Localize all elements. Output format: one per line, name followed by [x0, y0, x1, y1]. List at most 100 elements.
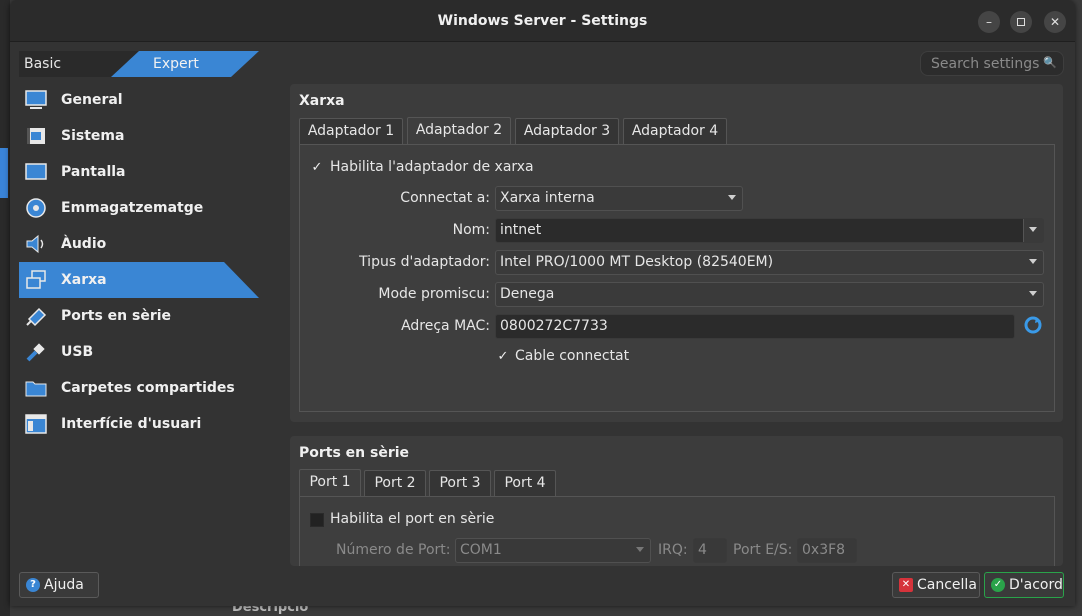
adapter-type-value: Intel PRO/1000 MT Desktop (82540EM) — [500, 254, 774, 270]
minimize-icon: – — [986, 15, 992, 29]
help-button[interactable]: ? Ajuda — [19, 572, 99, 598]
chevron-down-icon — [1029, 227, 1037, 232]
enable-serial-checkbox[interactable] — [310, 513, 324, 527]
name-combo[interactable]: intnet — [495, 218, 1044, 243]
background-strip — [0, 0, 10, 616]
sidebar-item-label: Emmagatzematge — [61, 200, 204, 216]
sidebar-item-usb[interactable]: USB — [19, 334, 259, 370]
mac-label: Adreça MAC: — [401, 318, 490, 334]
irq-input[interactable]: 4 — [693, 538, 727, 563]
disk-icon — [25, 197, 47, 219]
cancel-label: Cancella — [917, 577, 977, 593]
network-group-title: Xarxa — [299, 93, 345, 109]
folder-icon — [25, 377, 47, 399]
tab-port-4[interactable]: Port 4 — [494, 470, 556, 497]
chevron-down-icon — [1029, 259, 1037, 264]
adapter-panel: ✓ Habilita l'adaptador de xarxa Connecta… — [299, 144, 1055, 412]
sidebar-item-pantalla[interactable]: Pantalla — [19, 154, 259, 190]
io-port-value: 0x3F8 — [802, 542, 846, 558]
serial-panel: Habilita el port en sèrie Número de Port… — [299, 496, 1055, 566]
sidebar-item-emmagatzematge[interactable]: Emmagatzematge — [19, 190, 259, 226]
cancel-button[interactable]: ✕ Cancella — [892, 572, 980, 598]
promiscuous-value: Denega — [500, 286, 555, 302]
monitor-icon — [25, 89, 47, 111]
minimize-button[interactable]: – — [978, 11, 1000, 33]
sidebar-item-ports-serie[interactable]: Ports en sèrie — [19, 298, 259, 334]
ok-button[interactable]: ✓ D'acord — [984, 572, 1064, 598]
io-port-label: Port E/S: — [733, 542, 793, 558]
sidebar-item-label: Xarxa — [61, 272, 107, 288]
sidebar-item-label: General — [61, 92, 123, 108]
sidebar-item-audio[interactable]: Àudio — [19, 226, 259, 262]
port-number-label: Número de Port: — [336, 542, 451, 558]
tab-adaptador-2[interactable]: Adaptador 2 — [407, 117, 511, 145]
display-icon — [25, 161, 47, 183]
sidebar-item-label: Sistema — [61, 128, 125, 144]
port-number-value: COM1 — [460, 542, 502, 558]
settings-sidebar: General Sistema Pantalla Emmagatzematge … — [19, 82, 259, 562]
search-icon: 🔍 — [1043, 56, 1057, 69]
sidebar-item-general[interactable]: General — [19, 82, 259, 118]
maximize-icon — [1017, 18, 1025, 26]
maximize-button[interactable] — [1010, 11, 1032, 33]
usb-icon — [25, 341, 47, 363]
sidebar-item-label: Ports en sèrie — [61, 308, 172, 324]
cable-connected-label: Cable connectat — [515, 348, 630, 364]
attached-select[interactable]: Xarxa interna — [495, 186, 743, 211]
ok-label: D'acord — [1009, 577, 1063, 593]
irq-label: IRQ: — [658, 542, 688, 558]
mac-input[interactable]: 0800272C7733 — [495, 314, 1015, 339]
tab-adaptador-3[interactable]: Adaptador 3 — [515, 118, 619, 145]
chevron-down-icon — [728, 195, 736, 200]
tab-port-3[interactable]: Port 3 — [429, 470, 491, 497]
close-icon: ✕ — [1049, 15, 1061, 29]
tab-port-2[interactable]: Port 2 — [364, 470, 426, 497]
settings-window: Windows Server - Settings – ✕ Basic Expe… — [10, 0, 1075, 606]
help-icon: ? — [26, 578, 40, 592]
cable-connected-checkbox[interactable]: ✓ — [496, 350, 510, 364]
irq-value: 4 — [698, 542, 707, 558]
enable-adapter-label: Habilita l'adaptador de xarxa — [330, 159, 534, 175]
chevron-down-icon — [636, 547, 644, 552]
network-icon — [25, 269, 47, 291]
serial-group-title: Ports en sèrie — [299, 445, 410, 461]
speaker-icon — [25, 233, 47, 255]
search-settings-input[interactable]: Search settings 🔍 — [920, 51, 1064, 76]
sidebar-item-interficie[interactable]: Interfície d'usuari — [19, 406, 259, 442]
sidebar-item-label: Carpetes compartides — [61, 380, 235, 396]
serial-port-icon — [25, 305, 47, 327]
name-dropdown-button[interactable] — [1023, 219, 1043, 242]
refresh-mac-button[interactable] — [1024, 316, 1042, 334]
title-bar: Windows Server - Settings – ✕ — [10, 0, 1075, 42]
name-value: intnet — [500, 222, 542, 238]
sidebar-item-sistema[interactable]: Sistema — [19, 118, 259, 154]
help-label: Ajuda — [44, 577, 84, 593]
chip-icon — [25, 125, 47, 147]
mac-value: 0800272C7733 — [500, 318, 608, 334]
sidebar-item-label: Pantalla — [61, 164, 126, 180]
adapter-type-label: Tipus d'adaptador: — [359, 254, 490, 270]
port-number-select[interactable]: COM1 — [455, 538, 651, 563]
background-accent — [0, 148, 8, 198]
mode-switch: Basic Expert — [19, 51, 259, 77]
io-port-input[interactable]: 0x3F8 — [797, 538, 857, 563]
check-icon: ✓ — [991, 578, 1005, 592]
window-title: Windows Server - Settings — [437, 13, 648, 29]
close-button[interactable]: ✕ — [1044, 11, 1066, 33]
chevron-down-icon — [1029, 291, 1037, 296]
tab-adaptador-1[interactable]: Adaptador 1 — [299, 118, 403, 145]
attached-label: Connectat a: — [400, 190, 490, 206]
sidebar-item-xarxa[interactable]: Xarxa — [19, 262, 259, 298]
ui-icon — [25, 413, 47, 435]
network-group: Xarxa Adaptador 1 Adaptador 2 Adaptador … — [290, 84, 1063, 422]
attached-value: Xarxa interna — [500, 190, 595, 206]
adapter-type-select[interactable]: Intel PRO/1000 MT Desktop (82540EM) — [495, 250, 1044, 275]
sidebar-item-carpetes[interactable]: Carpetes compartides — [19, 370, 259, 406]
serial-group: Ports en sèrie Port 1 Port 2 Port 3 Port… — [290, 436, 1063, 566]
enable-serial-label: Habilita el port en sèrie — [330, 511, 495, 527]
sidebar-item-label: Àudio — [61, 236, 107, 252]
promiscuous-select[interactable]: Denega — [495, 282, 1044, 307]
tab-adaptador-4[interactable]: Adaptador 4 — [623, 118, 727, 145]
enable-adapter-checkbox[interactable]: ✓ — [310, 161, 324, 175]
tab-port-1[interactable]: Port 1 — [299, 469, 361, 497]
